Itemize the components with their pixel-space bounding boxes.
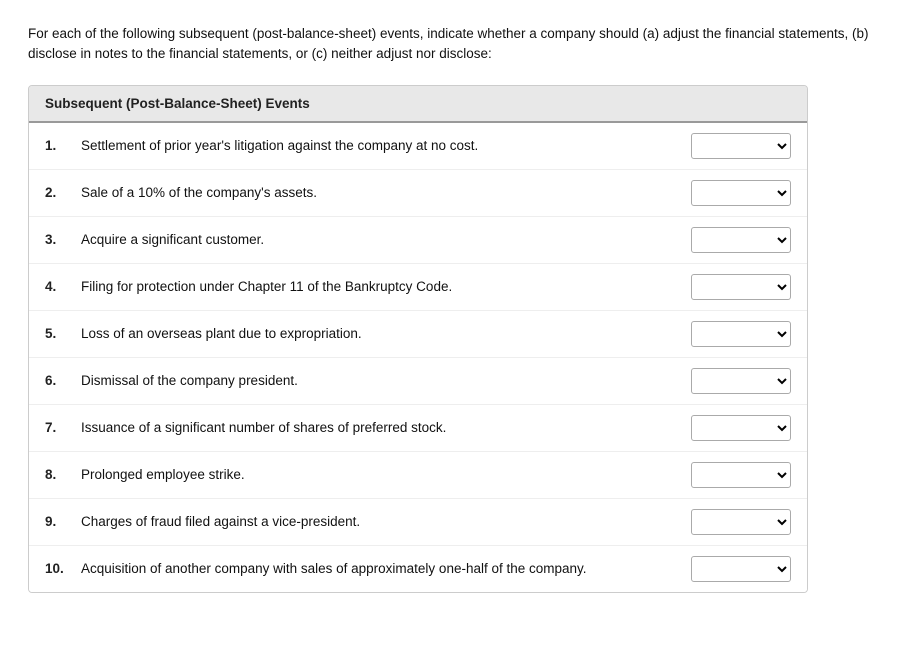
row-select-5[interactable]: (a) Adjust(b) Disclose(c) Neither	[691, 321, 791, 347]
row-select-6[interactable]: (a) Adjust(b) Disclose(c) Neither	[691, 368, 791, 394]
row-text: Loss of an overseas plant due to expropr…	[81, 326, 691, 341]
row-number: 5.	[45, 326, 81, 341]
row-select-9[interactable]: (a) Adjust(b) Disclose(c) Neither	[691, 509, 791, 535]
table-header: Subsequent (Post-Balance-Sheet) Events	[29, 86, 807, 123]
table-row: 4.Filing for protection under Chapter 11…	[29, 264, 807, 311]
table-row: 7.Issuance of a significant number of sh…	[29, 405, 807, 452]
row-select-10[interactable]: (a) Adjust(b) Disclose(c) Neither	[691, 556, 791, 582]
row-number: 1.	[45, 138, 81, 153]
table-row: 8.Prolonged employee strike.(a) Adjust(b…	[29, 452, 807, 499]
row-select-1[interactable]: (a) Adjust(b) Disclose(c) Neither	[691, 133, 791, 159]
row-text: Sale of a 10% of the company's assets.	[81, 185, 691, 200]
table-row: 5.Loss of an overseas plant due to expro…	[29, 311, 807, 358]
row-number: 2.	[45, 185, 81, 200]
row-number: 9.	[45, 514, 81, 529]
intro-text: For each of the following subsequent (po…	[28, 24, 890, 65]
row-select-4[interactable]: (a) Adjust(b) Disclose(c) Neither	[691, 274, 791, 300]
row-select-8[interactable]: (a) Adjust(b) Disclose(c) Neither	[691, 462, 791, 488]
row-number: 7.	[45, 420, 81, 435]
row-text: Dismissal of the company president.	[81, 373, 691, 388]
row-number: 10.	[45, 561, 81, 576]
row-select-2[interactable]: (a) Adjust(b) Disclose(c) Neither	[691, 180, 791, 206]
table-body: 1.Settlement of prior year's litigation …	[29, 123, 807, 592]
row-number: 6.	[45, 373, 81, 388]
table-row: 1.Settlement of prior year's litigation …	[29, 123, 807, 170]
row-text: Prolonged employee strike.	[81, 467, 691, 482]
row-text: Charges of fraud filed against a vice-pr…	[81, 514, 691, 529]
row-text: Issuance of a significant number of shar…	[81, 420, 691, 435]
row-number: 4.	[45, 279, 81, 294]
table-row: 9.Charges of fraud filed against a vice-…	[29, 499, 807, 546]
row-select-3[interactable]: (a) Adjust(b) Disclose(c) Neither	[691, 227, 791, 253]
events-table: Subsequent (Post-Balance-Sheet) Events 1…	[28, 85, 808, 593]
table-row: 10.Acquisition of another company with s…	[29, 546, 807, 592]
row-number: 8.	[45, 467, 81, 482]
table-row: 6.Dismissal of the company president.(a)…	[29, 358, 807, 405]
row-text: Filing for protection under Chapter 11 o…	[81, 279, 691, 294]
row-select-7[interactable]: (a) Adjust(b) Disclose(c) Neither	[691, 415, 791, 441]
table-row: 3.Acquire a significant customer.(a) Adj…	[29, 217, 807, 264]
row-text: Settlement of prior year's litigation ag…	[81, 138, 691, 153]
row-text: Acquisition of another company with sale…	[81, 561, 691, 576]
row-text: Acquire a significant customer.	[81, 232, 691, 247]
row-number: 3.	[45, 232, 81, 247]
table-row: 2.Sale of a 10% of the company's assets.…	[29, 170, 807, 217]
